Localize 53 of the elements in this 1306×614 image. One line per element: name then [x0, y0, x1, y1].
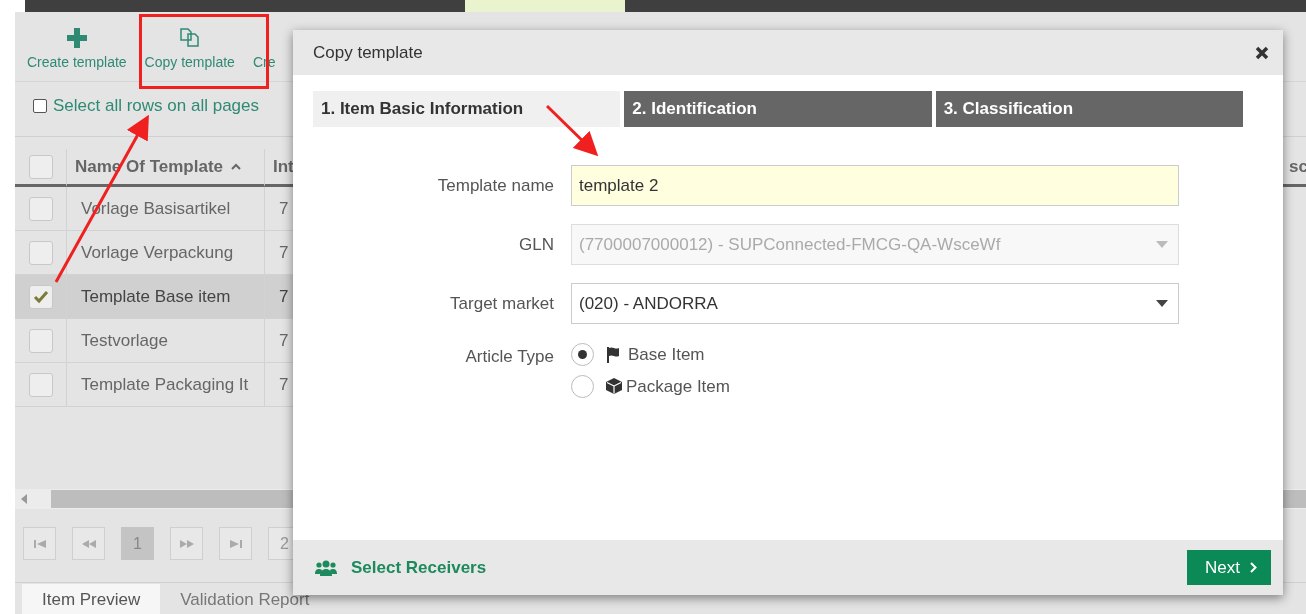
row-checkbox[interactable] [29, 240, 53, 265]
pager-button[interactable] [23, 527, 56, 560]
select-all-label[interactable]: Select all rows on all pages [53, 93, 259, 119]
column-header[interactable]: Name Of Template [67, 149, 265, 187]
pager-button[interactable] [72, 527, 105, 560]
close-button[interactable] [1255, 45, 1269, 60]
cube-icon [606, 378, 622, 395]
wizard-tab[interactable]: 1. Item Basic Information [313, 91, 621, 127]
toolbar-button[interactable]: Create template [18, 28, 136, 73]
pager-arrow-icon [228, 539, 243, 548]
table-cell: Testvorlage [67, 319, 265, 363]
toolbar-button[interactable]: Copy template [135, 26, 244, 73]
next-button[interactable]: Next [1187, 550, 1271, 585]
wizard-tab[interactable]: 3. Classification [935, 91, 1243, 127]
field-label: Template name [436, 174, 555, 197]
dropdown: (7700007000012) - SUPConnected-FMCG-QA-WsceWf [571, 224, 1179, 265]
table-cell: Template Base item [67, 275, 265, 319]
select-receivers-link[interactable]: Select Receivers [315, 554, 487, 581]
pager-arrow-icon [81, 539, 96, 548]
row-checkbox[interactable] [29, 284, 53, 309]
sort-caret-icon [231, 163, 241, 170]
row-checkbox[interactable] [29, 196, 53, 221]
radio-button[interactable] [571, 343, 594, 367]
text-field[interactable]: template 2 [571, 165, 1179, 206]
checkbox[interactable] [33, 99, 47, 113]
field-label: Article Type [464, 346, 555, 368]
row-checkbox[interactable] [29, 372, 53, 397]
annotation-arrow [545, 104, 599, 157]
plus-icon [66, 28, 87, 48]
top-bar-tab[interactable] [465, 0, 625, 12]
option-label: Package Item [626, 375, 730, 398]
table-cell: Template Packaging It [67, 363, 265, 407]
caret-icon [1156, 241, 1168, 248]
pager-button[interactable] [219, 527, 252, 560]
wizard-tab[interactable]: 2. Identification [624, 91, 932, 127]
users-icon [315, 559, 337, 576]
dropdown[interactable]: (020) - ANDORRA [571, 283, 1179, 324]
copy-icon [178, 26, 201, 48]
check-icon [33, 289, 49, 304]
radio-button[interactable] [571, 374, 594, 398]
row-checkbox[interactable] [29, 328, 53, 353]
tab[interactable]: Validation Report [160, 583, 330, 614]
field-label: Target market [449, 292, 555, 315]
pager-button[interactable] [170, 527, 203, 560]
chevron-right-icon [1250, 562, 1257, 573]
scroll-left-icon[interactable] [21, 494, 27, 504]
pager-arrow-icon [179, 539, 194, 548]
caret-icon [1156, 300, 1168, 307]
field-label: GLN [518, 233, 555, 256]
dialog-title: Copy template [313, 41, 423, 64]
option-label: Base Item [628, 344, 705, 366]
pager-arrow-icon [32, 539, 47, 548]
tab[interactable]: Item Preview [22, 583, 161, 614]
